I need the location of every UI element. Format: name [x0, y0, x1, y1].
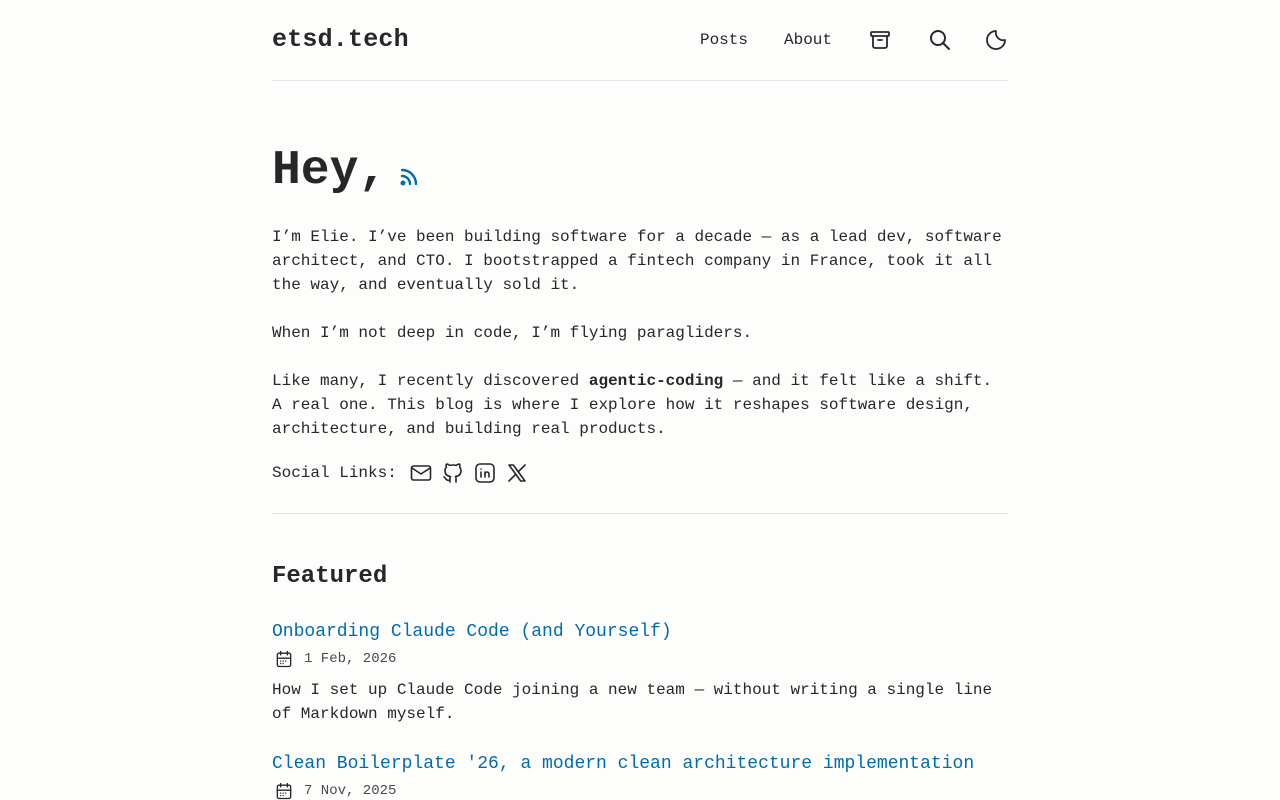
rss-icon[interactable]	[397, 165, 421, 189]
post-date-text: 1 Feb, 2026	[304, 651, 397, 667]
main-nav: Posts About	[700, 0, 1008, 80]
post-description: How I set up Claude Code joining a new t…	[272, 681, 993, 723]
site-logo[interactable]: etsd.tech	[272, 25, 409, 54]
section-divider	[272, 513, 1008, 514]
post-date: 7 Nov, 2025	[272, 780, 1008, 800]
nav-posts-link[interactable]: Posts	[700, 31, 748, 49]
intro-text: I’m Elie. I’ve been building software fo…	[272, 225, 1008, 441]
hero-title: Hey,	[272, 144, 388, 198]
x-icon[interactable]	[505, 461, 529, 485]
featured-section: Featured Onboarding Claude Code (and You…	[272, 562, 1008, 800]
social-links-label: Social Links:	[272, 464, 397, 482]
moon-icon[interactable]	[984, 28, 1008, 52]
intro-paragraph-1: I’m Elie. I’ve been building software fo…	[272, 228, 1002, 294]
intro-paragraph-3-start: Like many, I recently discovered	[272, 372, 589, 390]
hero-title-row: Hey,	[272, 141, 1008, 201]
calendar-icon	[274, 649, 294, 669]
post-date-text: 7 Nov, 2025	[304, 783, 397, 799]
site-header: etsd.tech Posts About	[272, 0, 1008, 81]
post-title-link[interactable]: Clean Boilerplate '26, a modern clean ar…	[272, 752, 1008, 776]
social-links: Social Links:	[272, 461, 1008, 485]
calendar-icon	[274, 781, 294, 800]
nav-about-link[interactable]: About	[784, 31, 832, 49]
post-item: Clean Boilerplate '26, a modern clean ar…	[272, 752, 1008, 800]
hero-section: Hey, I’m Elie. I’ve been building softwa…	[272, 81, 1008, 485]
linkedin-icon[interactable]	[473, 461, 497, 485]
mail-icon[interactable]	[409, 461, 433, 485]
post-date: 1 Feb, 2026	[272, 648, 1008, 670]
search-icon[interactable]	[928, 28, 952, 52]
archive-icon[interactable]	[868, 28, 892, 52]
page-container: etsd.tech Posts About Hey, I’m Elie. I’v…	[272, 0, 1008, 800]
post-item: Onboarding Claude Code (and Yourself) 1 …	[272, 620, 1008, 726]
agentic-coding-emphasis: agentic-coding	[588, 372, 724, 390]
featured-heading: Featured	[272, 563, 388, 590]
intro-paragraph-3: Like many, I recently discovered agentic…	[272, 369, 1008, 441]
github-icon[interactable]	[441, 461, 465, 485]
intro-paragraph-2: When I’m not deep in code, I’m flying pa…	[272, 324, 753, 342]
post-title-link[interactable]: Onboarding Claude Code (and Yourself)	[272, 620, 1008, 644]
